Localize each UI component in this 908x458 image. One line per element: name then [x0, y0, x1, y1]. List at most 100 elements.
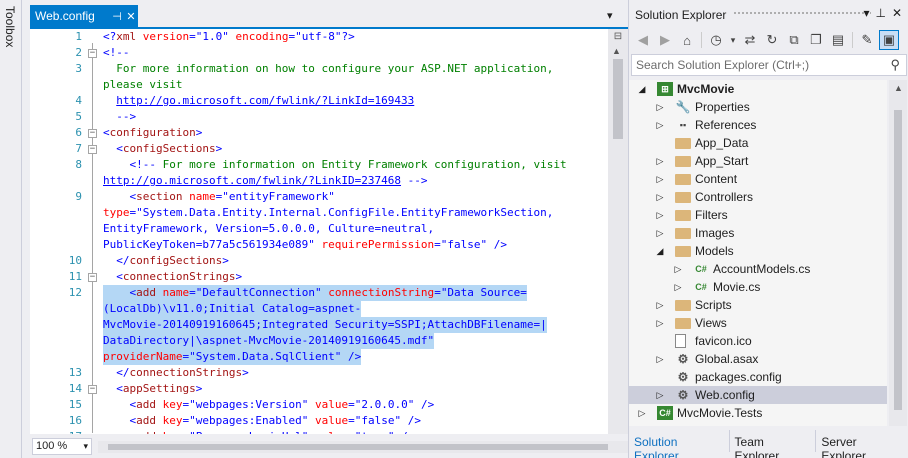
code-line[interactable]: DataDirectory|\aspnet-MvcMovie-201409191…	[30, 333, 608, 349]
code-line[interactable]: 3 For more information on how to configu…	[30, 61, 608, 77]
scroll-up-arrow-icon[interactable]: ▲	[612, 46, 621, 56]
code-line[interactable]: 13 </connectionStrings>	[30, 365, 608, 381]
code-line[interactable]: http://go.microsoft.com/fwlink/?LinkID=2…	[30, 173, 608, 189]
expand-arrow-icon[interactable]: ▷	[655, 314, 665, 332]
pin-icon[interactable]: ⊣	[110, 10, 124, 23]
tree-item-views[interactable]: ▷ Views	[629, 314, 887, 332]
collapse-outline-icon[interactable]: −	[88, 145, 97, 154]
close-icon[interactable]: ✕	[892, 6, 902, 20]
zoom-dropdown[interactable]: 100 % ▾	[32, 438, 92, 455]
title-grip[interactable]	[733, 11, 871, 16]
tree-item-images[interactable]: ▷ Images	[629, 224, 887, 242]
show-all-files-icon[interactable]: ⧉	[784, 30, 804, 50]
code-line[interactable]: 7− <configSections>	[30, 141, 608, 157]
tree-scroll-thumb[interactable]	[894, 110, 902, 410]
collapse-outline-icon[interactable]: −	[88, 49, 97, 58]
expand-arrow-icon[interactable]: ▷	[655, 224, 665, 242]
code-line[interactable]: 10 </configSections>	[30, 253, 608, 269]
tab-team-explorer[interactable]: Team Explorer	[730, 430, 817, 458]
code-line[interactable]: 1 <?xml version="1.0" encoding="utf-8"?>	[30, 29, 608, 45]
tree-item-filters[interactable]: ▷ Filters	[629, 206, 887, 224]
code-line[interactable]: 11− <connectionStrings>	[30, 269, 608, 285]
solution-search-input[interactable]: Search Solution Explorer (Ctrl+;) ⚲	[631, 54, 907, 76]
expand-arrow-icon[interactable]: ▷	[655, 296, 665, 314]
tree-item-accountmodels-cs[interactable]: ▷ C# AccountModels.cs	[629, 260, 887, 278]
collapse-all-icon[interactable]: ↻	[762, 30, 782, 50]
expand-arrow-icon[interactable]: ▷	[655, 350, 665, 368]
close-icon[interactable]: ✕	[124, 10, 138, 23]
scroll-up-arrow-icon[interactable]: ▲	[894, 83, 903, 93]
expand-arrow-icon[interactable]: ▷	[655, 116, 665, 134]
code-token[interactable]: http://go.microsoft.com/fwlink/?LinkID=2…	[103, 174, 401, 187]
tree-item-content[interactable]: ▷ Content	[629, 170, 887, 188]
code-line[interactable]: please visit	[30, 77, 608, 93]
chevron-down-icon[interactable]: ▾	[728, 30, 738, 50]
expand-arrow-icon[interactable]: ▷	[637, 404, 647, 422]
editor-vertical-scrollbar[interactable]: ⊟ ▲	[608, 29, 628, 434]
chevron-down-icon[interactable]: ▾	[83, 439, 88, 454]
copy-icon[interactable]: ❐	[806, 30, 826, 50]
collapse-arrow-icon[interactable]: ◢	[637, 80, 647, 98]
window-position-dropdown-icon[interactable]: ▾	[863, 6, 869, 20]
expand-arrow-icon[interactable]: ▷	[655, 152, 665, 170]
expand-arrow-icon[interactable]: ▷	[655, 98, 665, 116]
collapse-arrow-icon[interactable]: ◢	[655, 242, 665, 260]
code-line[interactable]: 4 http://go.microsoft.com/fwlink/?LinkId…	[30, 93, 608, 109]
code-line[interactable]: EntityFramework, Version=5.0.0.0, Cultur…	[30, 221, 608, 237]
tree-item-models[interactable]: ◢ Models	[629, 242, 887, 260]
editor-horizontal-scrollbar[interactable]	[98, 441, 628, 453]
search-icon[interactable]: ⚲	[890, 57, 900, 73]
expand-arrow-icon[interactable]: ▷	[655, 206, 665, 224]
forward-icon[interactable]: ▶	[655, 30, 675, 50]
code-token[interactable]: http://go.microsoft.com/fwlink/?LinkId=1…	[116, 94, 414, 107]
code-line[interactable]: 15 <add key="webpages:Version" value="2.…	[30, 397, 608, 413]
tree-item-favicon-ico[interactable]: favicon.ico	[629, 332, 887, 350]
code-line[interactable]: 5 -->	[30, 109, 608, 125]
scroll-thumb[interactable]	[613, 59, 623, 139]
expand-arrow-icon[interactable]: ▷	[655, 188, 665, 206]
preview-selected-icon[interactable]: ▣	[879, 30, 899, 50]
split-window-icon[interactable]: ⊟	[612, 31, 624, 43]
collapse-outline-icon[interactable]: −	[88, 385, 97, 394]
tree-item-mvcmovie[interactable]: ◢ ⊞ MvcMovie	[629, 80, 887, 98]
code-line[interactable]: 12 <add name="DefaultConnection" connect…	[30, 285, 608, 301]
code-line[interactable]: 2− <!--	[30, 45, 608, 61]
collapse-outline-icon[interactable]: −	[88, 273, 97, 282]
toolbox-label[interactable]: Toolbox	[3, 6, 17, 47]
tree-item-global-asax[interactable]: ▷ ⚙ Global.asax	[629, 350, 887, 368]
code-line[interactable]: providerName="System.Data.SqlClient" />	[30, 349, 608, 365]
view-files-icon[interactable]: ▤	[828, 30, 848, 50]
tree-item-scripts[interactable]: ▷ Scripts	[629, 296, 887, 314]
code-line[interactable]: type="System.Data.Entity.Internal.Config…	[30, 205, 608, 221]
tab-overflow-dropdown-icon[interactable]: ▾	[607, 9, 613, 22]
tree-item-properties[interactable]: ▷ 🔧 Properties	[629, 98, 887, 116]
code-line[interactable]: PublicKeyToken=b77a5c561934e089" require…	[30, 237, 608, 253]
properties-wrench-icon[interactable]: ✎	[857, 30, 877, 50]
code-line[interactable]: 8 <!-- For more information on Entity Fr…	[30, 157, 608, 173]
expand-arrow-icon[interactable]: ▷	[673, 278, 683, 296]
tree-item-app-start[interactable]: ▷ App_Start	[629, 152, 887, 170]
auto-hide-pin-icon[interactable]: ⊥	[875, 6, 885, 20]
document-tab-web-config[interactable]: Web.config ⊣ ✕	[30, 5, 138, 27]
tree-vertical-scrollbar[interactable]: ▲	[889, 80, 907, 426]
code-line[interactable]: 16 <add key="webpages:Enabled" value="fa…	[30, 413, 608, 429]
code-line[interactable]: 9 <section name="entityFramework"	[30, 189, 608, 205]
code-line[interactable]: (LocalDb)\v11.0;Initial Catalog=aspnet-	[30, 301, 608, 317]
tab-server-explorer[interactable]: Server Explorer	[816, 430, 908, 458]
horizontal-scroll-thumb[interactable]	[108, 444, 608, 450]
tree-item-web-config[interactable]: ▷ ⚙ Web.config	[629, 386, 887, 404]
sync-history-icon[interactable]: ◷	[706, 30, 726, 50]
code-editor[interactable]: 1 <?xml version="1.0" encoding="utf-8"?> 2…	[30, 29, 608, 434]
tree-item-app-data[interactable]: App_Data	[629, 134, 887, 152]
toolbox-strip[interactable]: Toolbox	[0, 0, 22, 458]
back-icon[interactable]: ◀	[633, 30, 653, 50]
home-icon[interactable]: ⌂	[677, 30, 697, 50]
expand-arrow-icon[interactable]: ▷	[655, 386, 665, 404]
tree-item-mvcmovie-tests[interactable]: ▷ C# MvcMovie.Tests	[629, 404, 887, 422]
code-line[interactable]: 14− <appSettings>	[30, 381, 608, 397]
refresh-icon[interactable]: ⇄	[740, 30, 760, 50]
tab-solution-explorer[interactable]: Solution Explorer	[629, 430, 730, 458]
tree-item-references[interactable]: ▷ ▪▪ References	[629, 116, 887, 134]
expand-arrow-icon[interactable]: ▷	[673, 260, 683, 278]
code-line[interactable]: 6− <configuration>	[30, 125, 608, 141]
